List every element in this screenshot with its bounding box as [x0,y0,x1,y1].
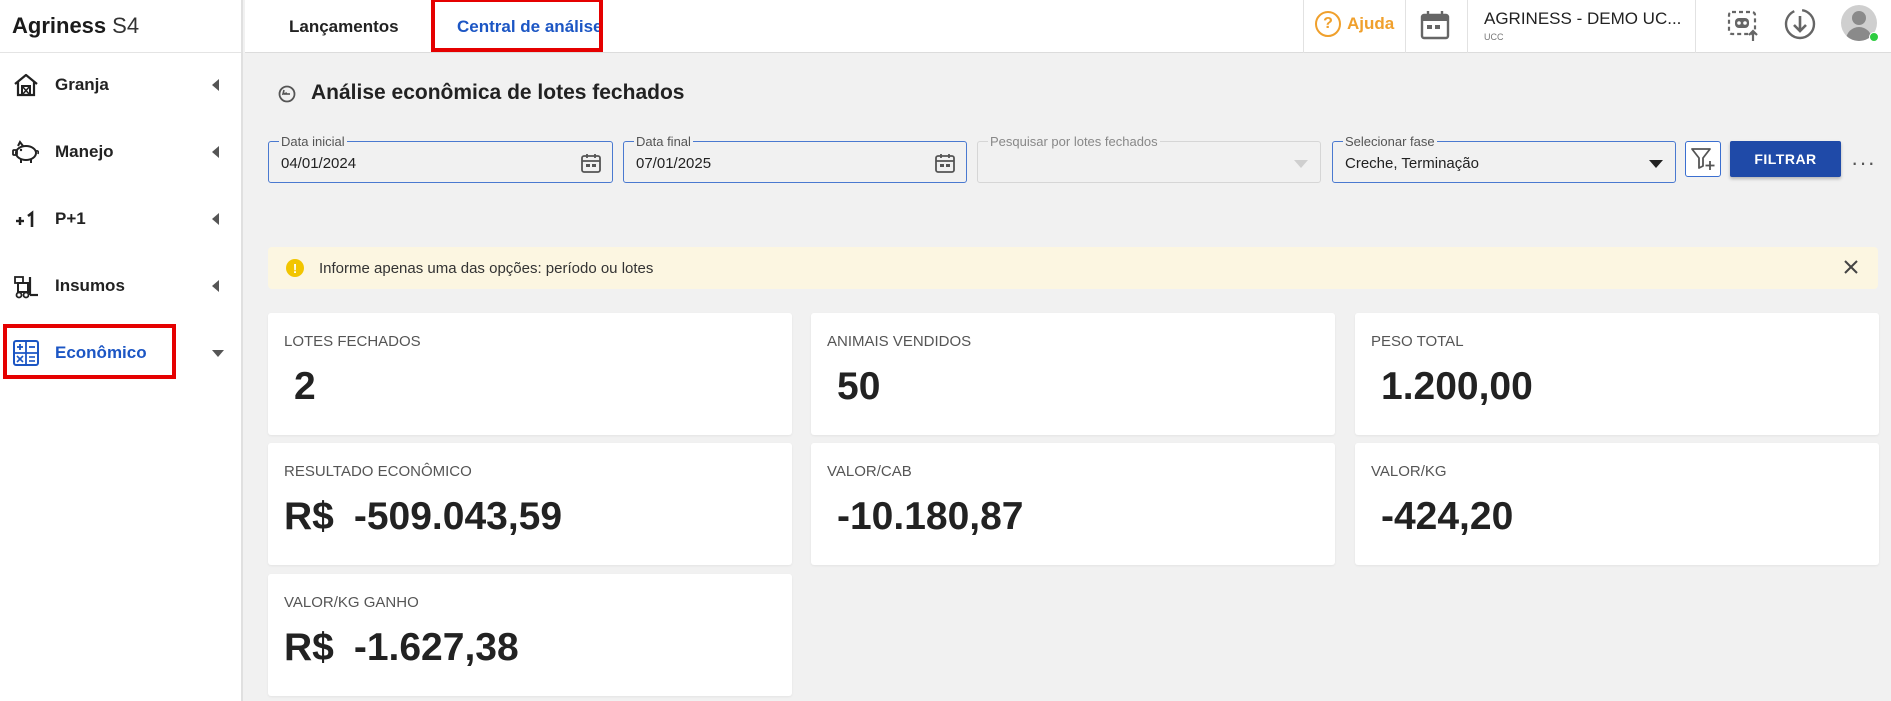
robot-upload-icon[interactable] [1725,7,1761,48]
metric-card-resultado-economico: RESULTADO ECONÔMICO R$ -509.043,59 [268,443,792,565]
metric-label: VALOR/KG GANHO [284,594,419,611]
phase-select[interactable]: Selecionar fase Creche, Terminação [1332,134,1676,183]
metric-card-animais-vendidos: ANIMAIS VENDIDOS 50 [811,313,1335,435]
metric-card-valor-cab: VALOR/CAB -10.180,87 [811,443,1335,565]
start-date-field[interactable]: Data inicial 04/01/2024 [268,134,613,183]
dropdown-arrow-icon [1649,160,1663,168]
brand-name: Agriness [12,13,107,38]
brand-suffix: S4 [112,13,140,38]
metric-label: ANIMAIS VENDIDOS [827,333,972,350]
metric-card-lotes-fechados: LOTES FECHADOS 2 [268,313,792,435]
metric-value: 50 [837,365,881,408]
metric-value: -509.043,59 [353,495,563,538]
divider [1467,0,1468,53]
metric-label: VALOR/CAB [827,463,912,480]
back-icon[interactable] [277,84,297,109]
metric-value: -424,20 [1381,495,1514,538]
calendar-icon[interactable] [1419,9,1451,46]
chevron-down-icon [212,349,224,357]
sidebar: Agriness S4 Granja Manejo P+1 Insumos Ec… [0,0,243,701]
field-label: Selecionar fase [1343,134,1437,149]
filter-button[interactable]: FILTRAR [1730,141,1841,177]
org-sub: UCC [1484,32,1504,42]
calendar-icon[interactable] [934,152,956,179]
question-icon: ? [1315,11,1341,37]
forklift-icon [12,272,40,300]
chevron-left-icon [212,146,219,158]
sidebar-item-label: Manejo [55,142,114,161]
chevron-left-icon [212,79,219,91]
metric-value: -1.627,38 [353,626,519,669]
lot-search-field[interactable]: Pesquisar por lotes fechados [977,134,1321,183]
metric-label: VALOR/KG [1371,463,1447,480]
add-filter-button[interactable] [1685,141,1721,177]
online-status-dot [1869,32,1879,42]
warning-icon: ! [286,259,304,277]
metric-value-wrapper: R$ -1.627,38 [284,626,519,670]
field-label: Pesquisar por lotes fechados [988,134,1160,149]
avatar-body [1846,27,1872,41]
metric-label: RESULTADO ECONÔMICO [284,463,472,480]
sidebar-item-label: Insumos [55,276,125,295]
sidebar-item-label: P+1 [55,209,86,228]
chevron-left-icon [212,280,219,292]
metric-value: 2 [294,365,316,408]
metric-value: -10.180,87 [837,495,1024,538]
divider [1303,0,1304,53]
download-icon[interactable] [1783,7,1817,46]
metric-label: PESO TOTAL [1371,333,1464,350]
divider [1695,0,1696,53]
topbar: Lançamentos Central de análise ? Ajuda A… [245,0,1891,53]
help-label: Ajuda [1347,14,1395,33]
field-value: Creche, Terminação [1345,155,1479,172]
metric-value-wrapper: R$ -509.043,59 [284,495,562,539]
calendar-icon[interactable] [580,152,602,179]
sidebar-item-insumos[interactable]: Insumos [0,259,243,313]
chevron-left-icon [212,213,219,225]
sidebar-item-p1[interactable]: P+1 [0,192,243,246]
field-value: 07/01/2025 [636,155,712,172]
page-title: Análise econômica de lotes fechados [311,81,685,104]
currency-symbol: R$ [284,495,334,538]
metric-label: LOTES FECHADOS [284,333,421,350]
metric-card-valor-kg: VALOR/KG -424,20 [1355,443,1879,565]
field-label: Data inicial [279,134,347,149]
dropdown-arrow-icon [1294,160,1308,168]
avatar-head [1852,11,1866,25]
sidebar-item-manejo[interactable]: Manejo [0,125,243,179]
metric-value: 1.200,00 [1381,365,1533,408]
alert-text: Informe apenas uma das opções: período o… [319,260,654,277]
divider [1405,0,1406,53]
warning-alert: ! Informe apenas uma das opções: período… [268,247,1878,289]
sidebar-item-label: Granja [55,75,109,94]
close-icon[interactable] [1840,256,1862,283]
help-button[interactable]: ? Ajuda [1315,11,1394,37]
more-options-icon[interactable]: ··· [1851,150,1876,176]
highlight-box [3,324,176,379]
end-date-field[interactable]: Data final 07/01/2025 [623,134,967,183]
filter-plus-icon [1691,148,1715,170]
metric-card-peso-total: PESO TOTAL 1.200,00 [1355,313,1879,435]
metric-card-valor-kg-ganho: VALOR/KG GANHO R$ -1.627,38 [268,574,792,696]
sidebar-item-granja[interactable]: Granja [0,58,243,112]
field-label: Data final [634,134,693,149]
field-value: 04/01/2024 [281,155,357,172]
org-name: AGRINESS - DEMO UC... [1484,9,1682,28]
app-logo[interactable]: Agriness S4 [0,0,241,53]
plus-one-icon [12,205,40,233]
currency-symbol: R$ [284,626,334,669]
organization-selector[interactable]: AGRINESS - DEMO UC... UCC [1484,9,1681,42]
farm-house-icon [12,71,40,99]
pig-icon [12,138,40,166]
tab-lancamentos[interactable]: Lançamentos [289,0,399,53]
highlight-box [431,0,603,52]
